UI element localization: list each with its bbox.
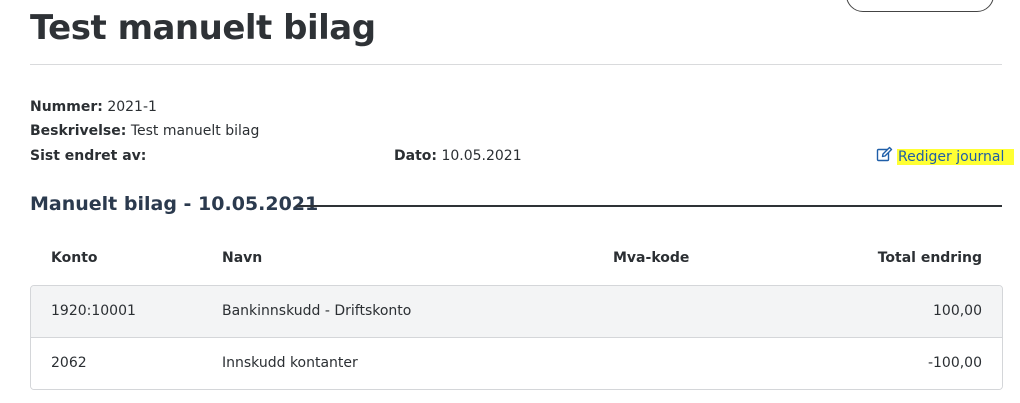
meta-number-label: Nummer:: [30, 99, 103, 115]
table-row[interactable]: 2062 Innskudd kontanter -100,00: [31, 338, 1002, 389]
meta-date-label: Dato:: [394, 148, 437, 164]
meta-description-value: Test manuelt bilag: [130, 123, 260, 139]
entries-table: 1920:10001 Bankinnskudd - Driftskonto 10…: [30, 285, 1003, 390]
meta-date: Dato: 10.05.2021: [394, 148, 522, 164]
meta-description-label: Beskrivelse:: [30, 123, 127, 139]
cell-total: -100,00: [927, 355, 982, 371]
cell-navn: Innskudd kontanter: [222, 355, 358, 371]
page: Test manuelt bilag Nummer: 2021-1 Beskri…: [0, 0, 1020, 403]
meta-description: Beskrivelse: Test manuelt bilag: [30, 123, 259, 139]
cell-navn: Bankinnskudd - Driftskonto: [222, 303, 412, 319]
column-header-total: Total endring: [877, 250, 982, 266]
edit-journal-link[interactable]: Rediger journal: [876, 146, 1015, 167]
column-header-konto: Konto: [51, 250, 98, 266]
top-action-button[interactable]: [846, 0, 994, 12]
page-title: Test manuelt bilag: [30, 8, 376, 48]
cell-konto: 2062: [51, 355, 87, 371]
cell-konto: 1920:10001: [51, 303, 136, 319]
section-divider: [296, 205, 1002, 207]
table-row[interactable]: 1920:10001 Bankinnskudd - Driftskonto 10…: [31, 286, 1002, 338]
title-divider: [30, 64, 1002, 65]
meta-changed-by: Sist endret av:: [30, 148, 146, 164]
meta-number: Nummer: 2021-1: [30, 99, 157, 115]
meta-number-value: 2021-1: [107, 99, 157, 115]
column-header-navn: Navn: [222, 250, 263, 266]
meta-changed-by-label: Sist endret av:: [30, 148, 147, 164]
cell-total: 100,00: [933, 303, 982, 319]
meta-date-value: 10.05.2021: [441, 148, 522, 164]
edit-journal-label: Rediger journal: [897, 148, 1015, 165]
edit-icon: [876, 146, 893, 167]
section-title: Manuelt bilag - 10.05.2021: [30, 193, 319, 215]
column-header-mva: Mva-kode: [613, 250, 690, 266]
